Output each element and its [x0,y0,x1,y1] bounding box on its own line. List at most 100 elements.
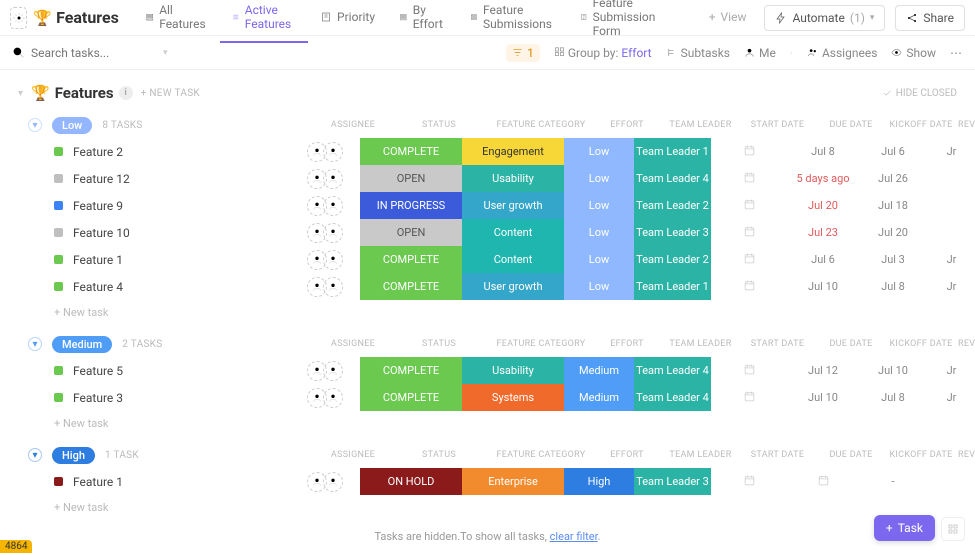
category-cell[interactable]: Content [462,219,564,246]
start-date-cell[interactable] [711,171,788,187]
chevron-down-icon[interactable]: ▾ [18,88,23,99]
column-header[interactable]: START DATE [739,116,816,134]
new-task-row[interactable]: + New task [0,411,975,432]
column-header[interactable]: STATUS [388,116,490,134]
column-header[interactable]: TEAM LEADER [662,446,739,464]
column-header[interactable]: REVI [956,446,975,464]
view-tab-all-features[interactable]: All Features [133,0,220,43]
assignee-cell[interactable] [290,277,360,297]
review-cell[interactable]: Jr [928,253,975,266]
due-date-cell[interactable]: 5 days ago [788,172,858,185]
review-cell[interactable]: Jr [928,391,975,404]
view-tab-by-effort[interactable]: By Effort [387,0,458,43]
assignee-cell[interactable] [290,361,360,381]
due-date-cell[interactable]: Jul 8 [788,145,858,158]
assignee-cell[interactable] [290,472,360,492]
column-header[interactable]: KICKOFF DATE [886,446,956,464]
table-row[interactable]: Feature 4COMPLETEUser growthLowTeam Lead… [0,273,975,300]
view-tab-feature-submission-form[interactable]: Feature Submission Form [568,0,691,50]
view-tab-feature-submissions[interactable]: Feature Submissions [458,0,568,43]
column-header[interactable]: EFFORT [592,335,662,353]
kickoff-date-cell[interactable]: Jul 8 [858,391,928,404]
task-name[interactable]: Feature 4 [0,280,290,294]
assignee-cell[interactable] [290,388,360,408]
column-header[interactable]: REVI [956,116,975,134]
task-name[interactable]: Feature 1 [0,253,290,267]
apps-button[interactable] [941,517,965,541]
start-date-cell[interactable] [711,474,788,490]
table-row[interactable]: Feature 9IN PROGRESSUser growthLowTeam L… [0,192,975,219]
kickoff-date-cell[interactable]: Jul 8 [858,280,928,293]
assignee-cell[interactable] [290,250,360,270]
search-input[interactable] [31,46,151,60]
table-row[interactable]: Feature 1ON HOLDEnterpriseHighTeam Leade… [0,468,975,495]
assignee-cell[interactable] [290,196,360,216]
effort-cell[interactable]: Low [564,219,634,246]
kickoff-date-cell[interactable]: - [858,475,928,488]
team-leader-cell[interactable]: Team Leader 1 [634,138,711,165]
new-task-row[interactable]: + New task [0,495,975,516]
team-leader-cell[interactable]: Team Leader 4 [634,165,711,192]
team-leader-cell[interactable]: Team Leader 4 [634,384,711,411]
start-date-cell[interactable] [711,390,788,406]
category-cell[interactable]: User growth [462,192,564,219]
task-name[interactable]: Feature 10 [0,226,290,240]
status-cell[interactable]: ON HOLD [360,468,462,495]
assignees-button[interactable]: Assignees [807,46,877,60]
group-by[interactable]: Group by: Effort [554,46,652,60]
collapse-icon[interactable]: ▾ [28,448,42,462]
column-header[interactable]: DUE DATE [816,116,886,134]
due-date-cell[interactable]: Jul 23 [788,226,858,239]
status-cell[interactable]: OPEN [360,165,462,192]
status-cell[interactable]: COMPLETE [360,246,462,273]
task-name[interactable]: Feature 1 [0,475,290,489]
column-header[interactable]: DUE DATE [816,335,886,353]
due-date-cell[interactable]: Jul 10 [788,391,858,404]
status-cell[interactable]: COMPLETE [360,273,462,300]
category-cell[interactable]: Content [462,246,564,273]
new-task-top[interactable]: + NEW TASK [141,88,200,99]
column-header[interactable]: STATUS [388,446,490,464]
assignee-cell[interactable] [290,223,360,243]
table-row[interactable]: Feature 1 COMPLETEContentLowTeam Leader 2… [0,246,975,273]
column-header[interactable]: FEATURE CATEGORY [490,446,592,464]
team-leader-cell[interactable]: Team Leader 2 [634,192,711,219]
view-tab-priority[interactable]: Priority [308,0,387,36]
column-header[interactable]: FEATURE CATEGORY [490,335,592,353]
status-cell[interactable]: COMPLETE [360,357,462,384]
subtasks-button[interactable]: Subtasks [666,46,730,60]
chevron-down-icon[interactable]: ▾ [163,48,168,58]
assignee-cell[interactable] [290,142,360,162]
column-header[interactable]: KICKOFF DATE [886,335,956,353]
task-name[interactable]: Feature 12 [0,172,290,186]
effort-cell[interactable]: High [564,468,634,495]
effort-cell[interactable]: Low [564,138,634,165]
kickoff-date-cell[interactable]: Jul 6 [858,145,928,158]
column-header[interactable]: DUE DATE [816,446,886,464]
team-leader-cell[interactable]: Team Leader 3 [634,468,711,495]
start-date-cell[interactable] [711,363,788,379]
category-cell[interactable]: Usability [462,357,564,384]
category-cell[interactable]: Usability [462,165,564,192]
column-header[interactable]: TEAM LEADER [662,335,739,353]
column-header[interactable]: START DATE [739,446,816,464]
group-pill[interactable]: High [52,447,95,464]
team-leader-cell[interactable]: Team Leader 2 [634,246,711,273]
team-leader-cell[interactable]: Team Leader 1 [634,273,711,300]
automate-button[interactable]: Automate (1) ▾ [764,5,885,31]
team-leader-cell[interactable]: Team Leader 4 [634,357,711,384]
column-header[interactable]: EFFORT [592,116,662,134]
column-header[interactable]: ASSIGNEE [318,446,388,464]
info-icon[interactable]: i [119,86,133,100]
column-header[interactable]: REVI [956,335,975,353]
team-leader-cell[interactable]: Team Leader 3 [634,219,711,246]
share-button[interactable]: Share [895,5,965,31]
effort-cell[interactable]: Low [564,246,634,273]
start-date-cell[interactable] [711,225,788,241]
table-row[interactable]: Feature 10OPENContentLowTeam Leader 3Jul… [0,219,975,246]
clear-filter-link[interactable]: clear filter [550,530,598,543]
effort-cell[interactable]: Low [564,192,634,219]
kickoff-date-cell[interactable]: Jul 26 [858,172,928,185]
table-row[interactable]: Feature 2COMPLETEEngagementLowTeam Leade… [0,138,975,165]
task-name[interactable]: Feature 5 [0,364,290,378]
